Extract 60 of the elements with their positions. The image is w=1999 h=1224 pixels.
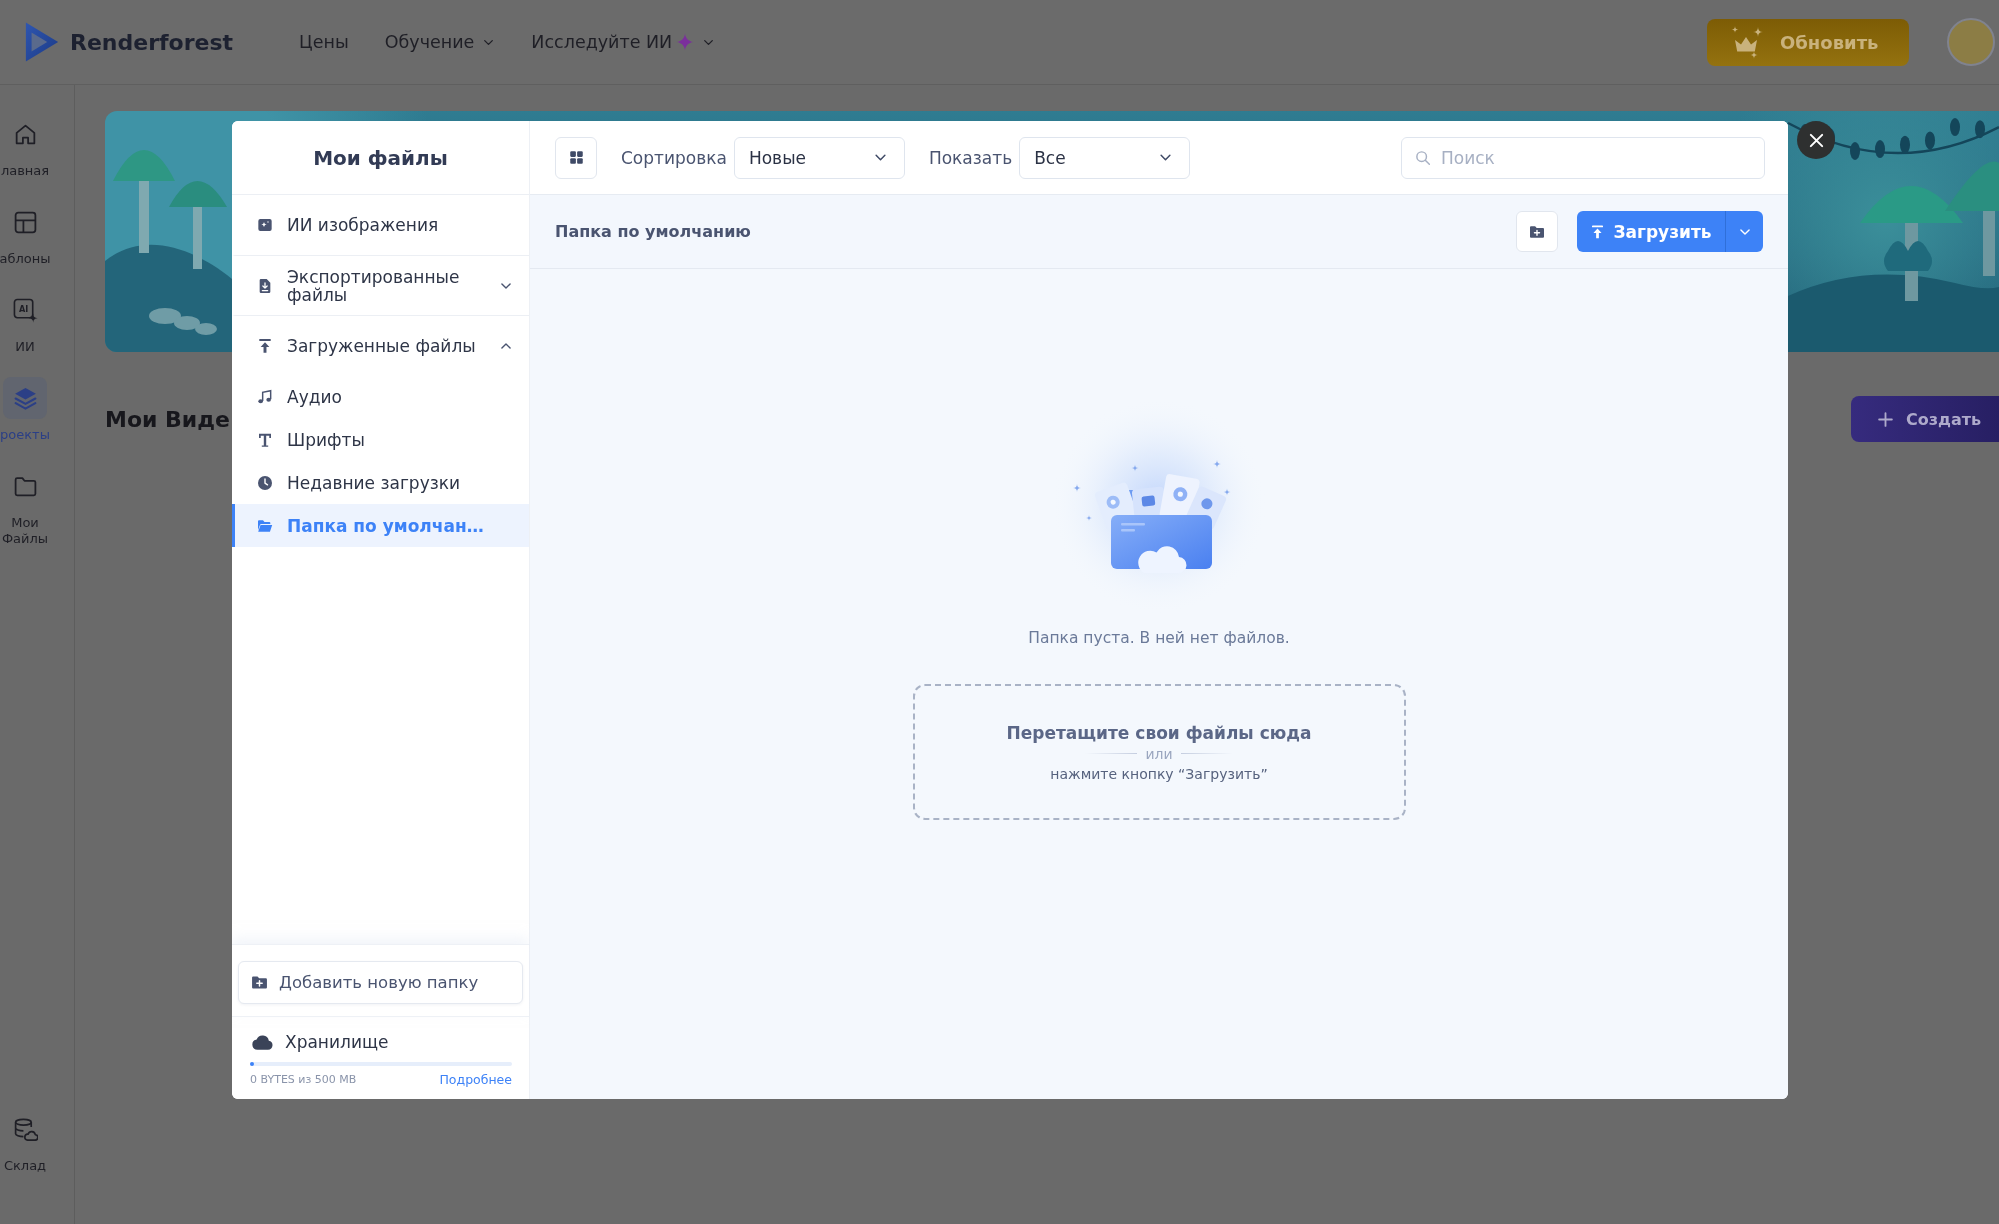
layout-icon (12, 209, 38, 235)
show-label: Показать (928, 147, 1013, 168)
sort-dropdown[interactable]: Новые (733, 136, 905, 179)
filter-dropdown[interactable]: Все (1019, 136, 1191, 179)
grid-icon (568, 150, 584, 165)
new-folder-button[interactable] (1516, 211, 1558, 252)
dialog-title: Мои файлы (313, 145, 448, 170)
nav-item[interactable]: Мои Файлы (0, 465, 50, 547)
drop-zone[interactable]: Перетащите свои файлы сюда или нажмите кнопку “Загрузить” (912, 684, 1406, 820)
nav-item[interactable]: лавная (0, 113, 50, 179)
folder-plus-icon (251, 974, 268, 991)
clock-icon (257, 474, 273, 491)
folder-item[interactable]: Папка по умолчан… (232, 504, 529, 547)
logo-link[interactable]: Renderforest (23, 19, 234, 65)
separator-text: или (1145, 744, 1173, 763)
upload-icon (1590, 223, 1606, 240)
image-sparkle-icon (257, 217, 273, 233)
add-folder-button[interactable]: Добавить новую папку (238, 961, 523, 1004)
search-field[interactable]: Поиск (1401, 136, 1765, 179)
folder-item[interactable]: Аудио (232, 375, 529, 418)
caterpillar (149, 308, 217, 335)
folder-plus-icon (1529, 223, 1545, 240)
nav-link[interactable]: Цены (299, 32, 349, 52)
upload-button[interactable]: Загрузить (1577, 211, 1725, 252)
crown-icon (1730, 25, 1764, 59)
folder-item[interactable]: Шрифты (232, 418, 529, 461)
drop-hint: нажмите кнопку “Загрузить” (1050, 764, 1268, 783)
folder-item[interactable]: Экспортированные файлы (232, 255, 529, 315)
close-icon (1807, 131, 1825, 149)
folder-item[interactable]: ИИ изображения (232, 195, 529, 255)
folder-title: Папка по умолчанию (555, 222, 751, 241)
upload-menu-button[interactable] (1725, 211, 1763, 252)
grid-view-button[interactable] (555, 136, 597, 179)
search-icon (1415, 149, 1431, 166)
letter-t-icon (257, 431, 273, 448)
folder-item[interactable]: Загруженные файлы (232, 315, 529, 375)
sort-label: Сортировка (621, 147, 727, 168)
file-download-icon (257, 277, 273, 294)
details-link[interactable]: Подробнее (439, 1072, 512, 1087)
nav-item[interactable]: аблоны (0, 201, 50, 267)
nav-link[interactable]: Исследуйте ИИ (531, 32, 716, 52)
storage-label: Хранилище (285, 1032, 389, 1052)
music-note-icon (257, 388, 273, 405)
upgrade-button[interactable]: Обновить (1707, 18, 1909, 66)
folder-item[interactable]: Недавние загрузки (232, 461, 529, 504)
create-button[interactable]: Создать (1851, 396, 1999, 442)
empty-message: Папка пуста. В ней нет файлов. (1028, 628, 1290, 648)
folder-icon (257, 517, 273, 534)
bush (1884, 241, 1932, 271)
nav-link[interactable]: Обучение (384, 32, 496, 52)
nav-item[interactable]: AI ИИ (0, 289, 50, 355)
layers-icon (12, 385, 38, 411)
page-heading: Мои Виде (105, 406, 230, 432)
storage-usage: 0 BYTES из 500 MB (250, 1073, 357, 1086)
drop-title: Перетащите свои файлы сюда (1006, 721, 1312, 744)
nav-item[interactable]: Склад (0, 1108, 50, 1174)
database-cloud-icon (12, 1116, 38, 1142)
plus-icon (1877, 410, 1894, 428)
sparkle-icon (676, 33, 695, 51)
upload-icon (257, 337, 273, 354)
